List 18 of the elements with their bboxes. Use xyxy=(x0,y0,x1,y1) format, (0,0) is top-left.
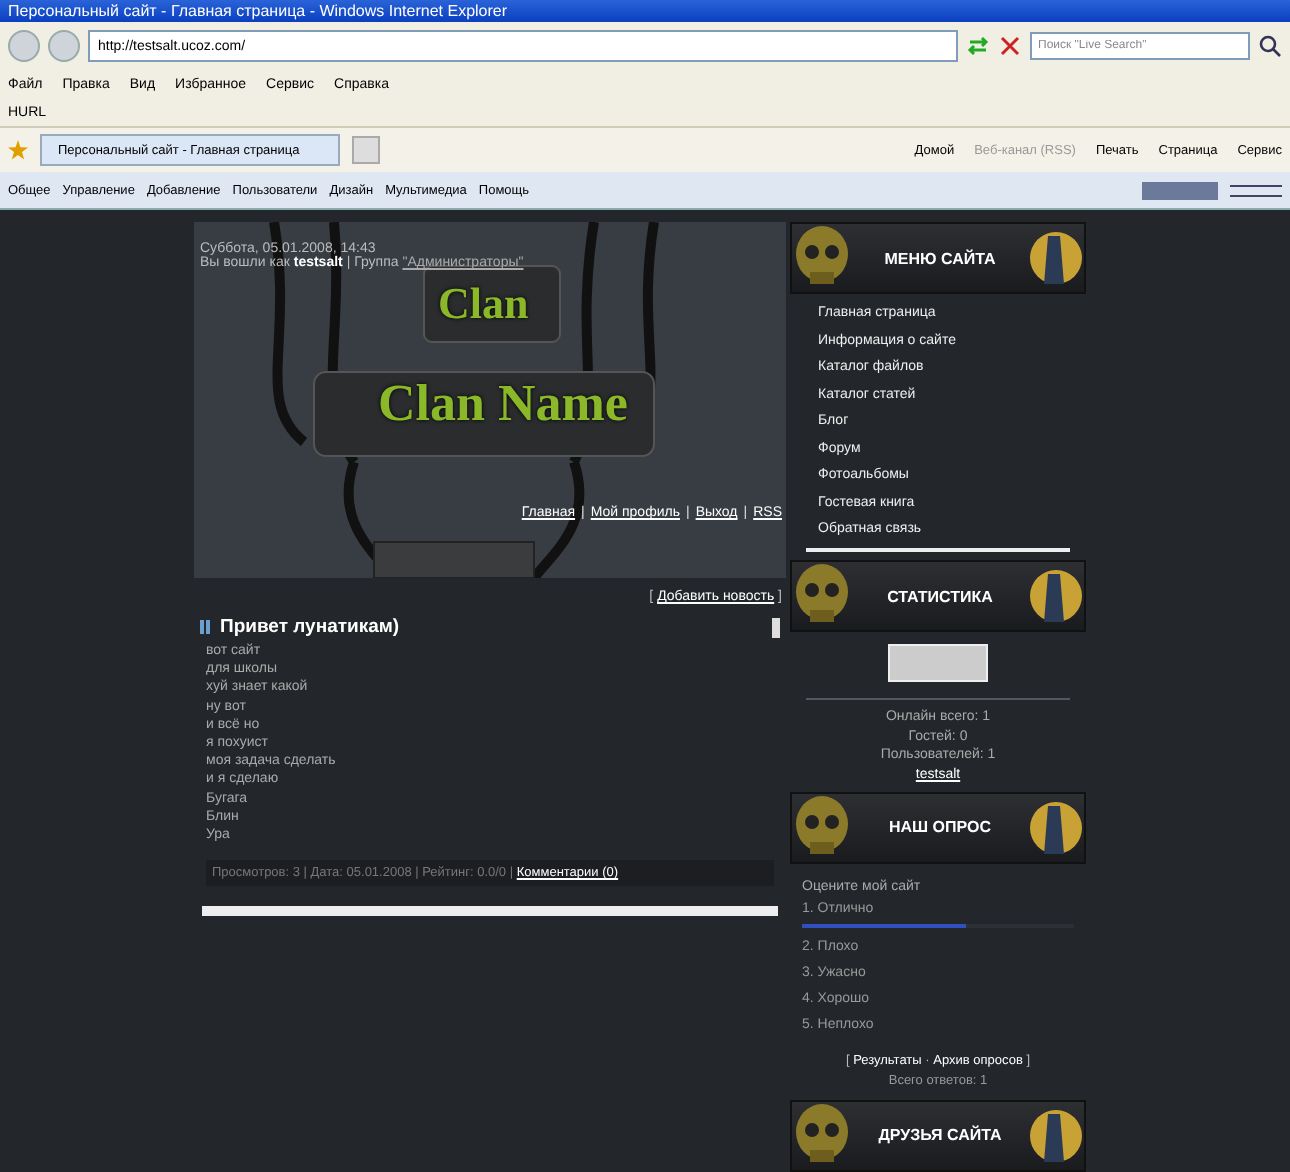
panel-logo xyxy=(1142,181,1218,199)
block-title: СТАТИСТИКА xyxy=(887,587,993,606)
scroll-handle xyxy=(772,617,780,637)
stop-icon[interactable] xyxy=(998,34,1022,58)
block-title: МЕНЮ САЙТА xyxy=(884,249,996,267)
window-title: Персональный сайт - Главная страница - Windows Internet Explorer xyxy=(0,0,1290,22)
block-title: НАШ ОПРОС xyxy=(888,818,992,837)
new-tab-button[interactable] xyxy=(352,136,380,164)
panel-lines-icon[interactable] xyxy=(1230,181,1282,199)
refresh-icon[interactable] xyxy=(966,34,990,58)
search-icon[interactable] xyxy=(1258,34,1282,58)
counter-widget xyxy=(888,644,988,683)
bullet-icon xyxy=(200,620,212,634)
star-icon[interactable] xyxy=(8,140,28,160)
news-title: Привет лунатикам) xyxy=(220,616,400,638)
logo-text: Clan xyxy=(438,278,529,330)
block-title: ДРУЗЬЯ САЙТА xyxy=(878,1126,1002,1145)
logo-title: Clan Name xyxy=(378,374,628,434)
